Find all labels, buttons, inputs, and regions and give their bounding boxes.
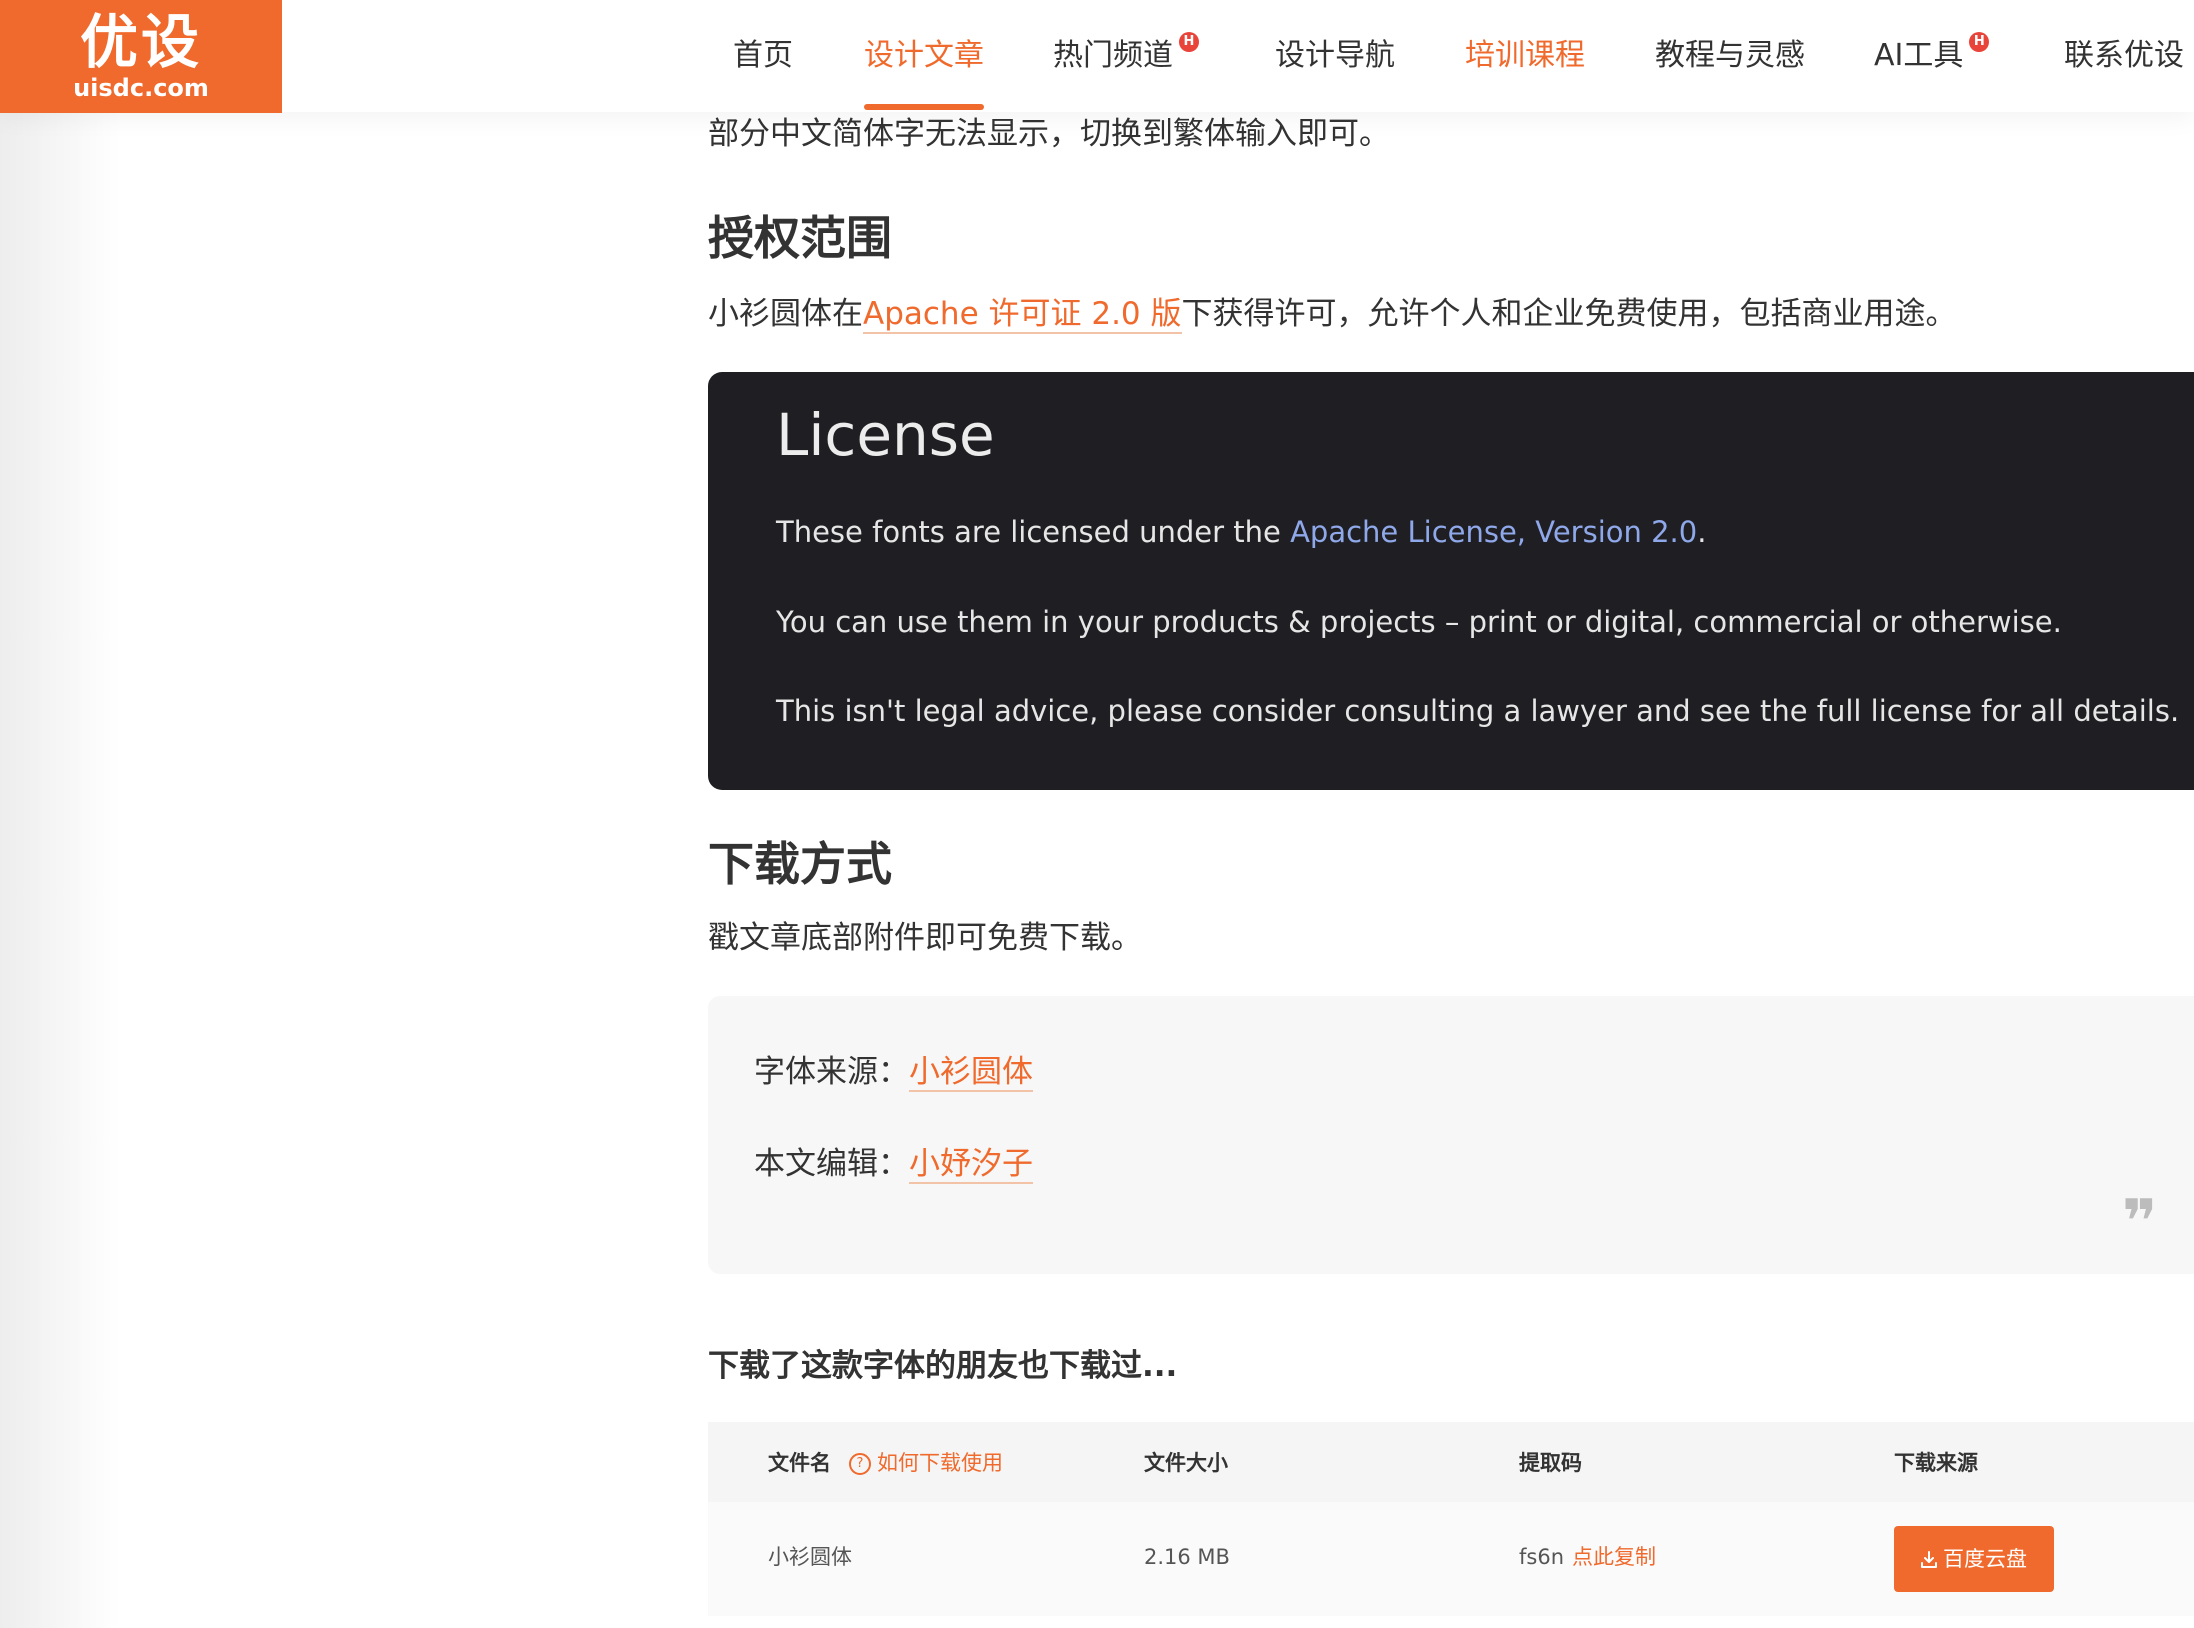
nav-item-label: 热门频道 (1053, 38, 1173, 73)
download-icon (1921, 1551, 1937, 1568)
column-code: 提取码 (1519, 1451, 1582, 1475)
nav-item-home[interactable]: 首页 (733, 36, 793, 76)
baidu-download-button[interactable]: 百度云盘 (1894, 1526, 2054, 1592)
nav-item-articles[interactable]: 设计文章 (864, 36, 984, 76)
question-icon: ? (849, 1453, 871, 1475)
license-paragraph: 小衫圆体在Apache 许可证 2.0 版下获得许可，允许个人和企业免费使用，包… (708, 292, 1957, 336)
font-source-row: 字体来源：小衫圆体 (754, 1050, 1033, 1094)
logo-main-text: 优设 (79, 7, 202, 76)
apache-license-image-link: Apache License, Version 2.0 (1290, 515, 1698, 549)
nav-item-courses[interactable]: 培训课程 (1465, 36, 1585, 76)
license-line-text: . (1697, 515, 1707, 549)
hot-badge: H (1179, 32, 1199, 52)
column-filename-label: 文件名 (768, 1451, 831, 1475)
nav-item-navigation[interactable]: 设计导航 (1275, 36, 1395, 76)
site-header: 优设 uisdc.com 首页 设计文章 热门频道 H 设计导航 培训课程 教程与… (0, 0, 2194, 113)
editor-link[interactable]: 小妤汐子 (909, 1146, 1033, 1184)
editor-label: 本文编辑： (754, 1146, 909, 1182)
nav-item-channels[interactable]: 热门频道 H (1053, 32, 1199, 76)
license-line-text: These fonts are licensed under the (776, 515, 1291, 549)
apache-license-link[interactable]: Apache 许可证 2.0 版 (863, 296, 1182, 334)
license-heading: 授权范围 (708, 211, 892, 265)
left-gutter (0, 112, 120, 1628)
font-source-link[interactable]: 小衫圆体 (909, 1054, 1033, 1092)
nav-item-label: 设计导航 (1275, 38, 1395, 73)
how-to-download-link[interactable]: ? 如何下载使用 (849, 1451, 1003, 1475)
download-button-label: 百度云盘 (1943, 1547, 2027, 1571)
license-title: License (776, 401, 995, 469)
logo-domain-text: uisdc.com (73, 73, 209, 102)
nav-item-label: AI工具 (1874, 38, 1964, 73)
nav-item-label: 培训课程 (1465, 38, 1585, 73)
nav-item-contact[interactable]: 联系优设 (2064, 36, 2184, 76)
font-source-label: 字体来源： (754, 1054, 909, 1090)
article-paragraph: 部分中文简体字无法显示，切换到繁体输入即可。 (708, 116, 1390, 152)
file-name: 小衫圆体 (768, 1545, 852, 1569)
license-image: License These fonts are licensed under t… (708, 372, 2194, 790)
license-text-pre: 小衫圆体在 (708, 296, 863, 332)
table-row: 小衫圆体 2.16 MB fs6n 点此复制 百度云盘 (708, 1502, 2194, 1616)
editor-row: 本文编辑：小妤汐子 (754, 1142, 1033, 1186)
download-paragraph: 戳文章底部附件即可免费下载。 (708, 920, 1142, 956)
license-text-post: 下获得许可，允许个人和企业免费使用，包括商业用途。 (1181, 296, 1957, 332)
nav-item-label: 教程与灵感 (1655, 38, 1805, 73)
nav-item-label: 联系优设 (2064, 38, 2184, 73)
site-logo[interactable]: 优设 uisdc.com (0, 0, 282, 113)
license-line: These fonts are licensed under the Apach… (776, 512, 1706, 552)
quote-mark-icon: ❞ (2122, 1187, 2158, 1257)
download-table-header: 文件名? 如何下载使用 文件大小 提取码 下载来源 (708, 1422, 2194, 1502)
license-line: This isn't legal advice, please consider… (776, 694, 2180, 728)
nav-item-label: 首页 (733, 38, 793, 73)
nav-item-ai-tools[interactable]: AI工具 H (1874, 32, 1990, 76)
nav-item-label: 设计文章 (864, 38, 984, 73)
column-source: 下载来源 (1894, 1451, 1978, 1475)
download-heading: 下载方式 (708, 837, 892, 891)
file-size: 2.16 MB (1144, 1545, 1230, 1569)
how-to-download-label: 如何下载使用 (877, 1451, 1003, 1475)
hot-badge: H (1969, 32, 1990, 52)
active-nav-indicator (864, 104, 984, 110)
nav-item-tutorials[interactable]: 教程与灵感 (1655, 36, 1805, 76)
related-downloads-heading: 下载了这款字体的朋友也下载过... (708, 1348, 1178, 1384)
extraction-code-value: fs6n (1519, 1545, 1565, 1569)
license-line: You can use them in your products & proj… (776, 605, 2062, 639)
column-filename: 文件名? 如何下载使用 (768, 1448, 1003, 1478)
column-size: 文件大小 (1144, 1451, 1228, 1475)
extraction-code: fs6n 点此复制 (1519, 1542, 1656, 1572)
copy-code-link[interactable]: 点此复制 (1572, 1545, 1656, 1569)
article-credits: 字体来源：小衫圆体 本文编辑：小妤汐子 ❞ (708, 996, 2194, 1274)
